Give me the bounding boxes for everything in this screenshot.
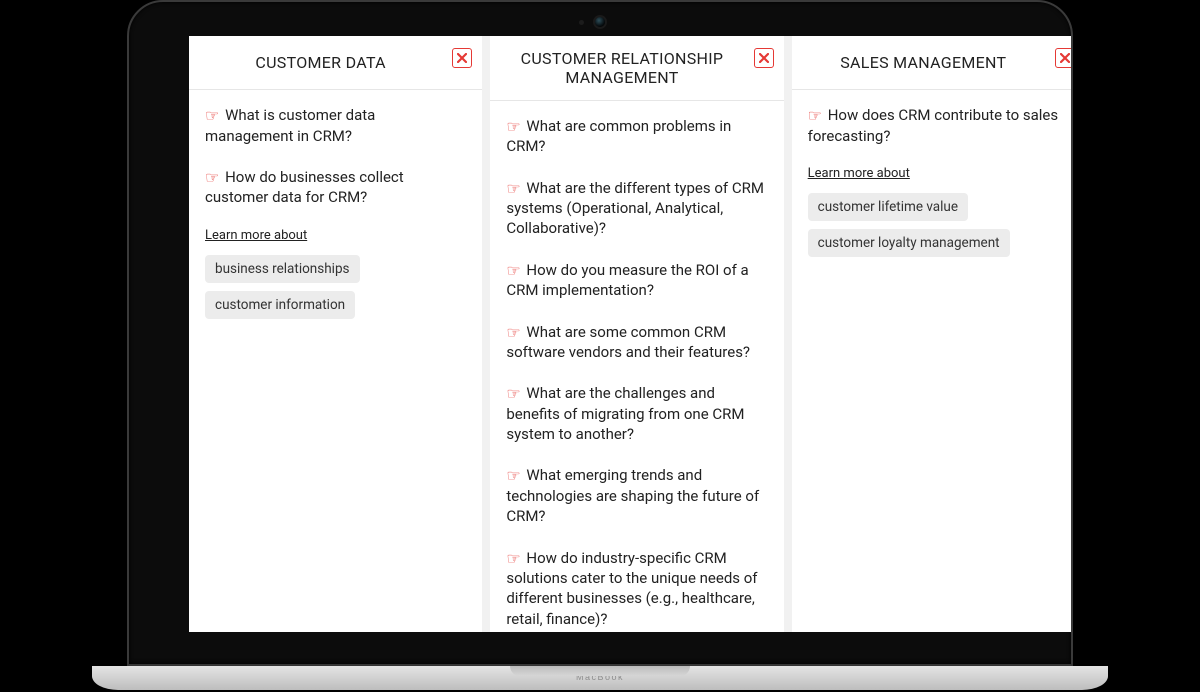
question-text: What are the challenges and benefits of … xyxy=(506,384,744,443)
question-text: How does CRM contribute to sales forecas… xyxy=(808,106,1058,145)
column-customer-data: CUSTOMER DATA ☞ What is customer data ma… xyxy=(189,36,482,632)
pointer-icon: ☞ xyxy=(506,117,520,136)
laptop-mockup: CUSTOMER DATA ☞ What is customer data ma… xyxy=(92,0,1108,690)
column-header: CUSTOMER DATA xyxy=(189,36,482,90)
column-sales-management: SALES MANAGEMENT ☞ How does CRM contribu… xyxy=(792,36,1073,632)
tag[interactable]: customer information xyxy=(205,291,355,319)
pointer-icon: ☞ xyxy=(506,179,520,198)
screen: CUSTOMER DATA ☞ What is customer data ma… xyxy=(189,36,1073,632)
question-item[interactable]: ☞ How do businesses collect customer dat… xyxy=(205,166,466,208)
question-item[interactable]: ☞ How do you measure the ROI of a CRM im… xyxy=(506,259,767,301)
close-icon[interactable] xyxy=(754,48,774,68)
pointer-icon: ☞ xyxy=(506,261,520,280)
question-text: What are the different types of CRM syst… xyxy=(506,179,764,238)
column-title: CUSTOMER RELATIONSHIP MANAGEMENT xyxy=(504,49,739,87)
tag[interactable]: business relationships xyxy=(205,255,360,283)
question-item[interactable]: ☞ What emerging trends and technologies … xyxy=(506,464,767,526)
app-columns: CUSTOMER DATA ☞ What is customer data ma… xyxy=(189,36,1073,632)
pointer-icon: ☞ xyxy=(808,106,822,125)
learn-more-label: Learn more about xyxy=(808,166,1069,181)
question-item[interactable]: ☞ How do industry-specific CRM solutions… xyxy=(506,547,767,629)
tag[interactable]: customer lifetime value xyxy=(808,193,968,221)
tag-list: customer lifetime value customer loyalty… xyxy=(808,193,1069,257)
pointer-icon: ☞ xyxy=(506,466,520,485)
question-text: How do you measure the ROI of a CRM impl… xyxy=(506,261,748,300)
close-icon[interactable] xyxy=(452,48,472,68)
column-header: CUSTOMER RELATIONSHIP MANAGEMENT xyxy=(490,36,783,101)
close-icon[interactable] xyxy=(1055,48,1073,68)
question-text: How do industry-specific CRM solutions c… xyxy=(506,549,757,628)
column-body[interactable]: ☞ How does CRM contribute to sales forec… xyxy=(792,90,1073,632)
pointer-icon: ☞ xyxy=(506,384,520,403)
question-item[interactable]: ☞ What are common problems in CRM? xyxy=(506,115,767,157)
column-title: SALES MANAGEMENT xyxy=(840,53,1006,72)
column-body[interactable]: ☞ What are common problems in CRM? ☞ Wha… xyxy=(490,101,783,632)
question-item[interactable]: ☞ How does CRM contribute to sales forec… xyxy=(808,104,1069,146)
column-title: CUSTOMER DATA xyxy=(255,53,386,72)
column-body[interactable]: ☞ What is customer data management in CR… xyxy=(189,90,482,632)
column-crm: CUSTOMER RELATIONSHIP MANAGEMENT ☞ What … xyxy=(490,36,783,632)
question-item[interactable]: ☞ What is customer data management in CR… xyxy=(205,104,466,146)
question-text: What emerging trends and technologies ar… xyxy=(506,466,759,525)
column-header: SALES MANAGEMENT xyxy=(792,36,1073,90)
tag[interactable]: customer loyalty management xyxy=(808,229,1010,257)
learn-more-label: Learn more about xyxy=(205,228,466,243)
question-item[interactable]: ☞ What are some common CRM software vend… xyxy=(506,321,767,363)
laptop-bezel: CUSTOMER DATA ☞ What is customer data ma… xyxy=(127,0,1073,666)
question-item[interactable]: ☞ What are the different types of CRM sy… xyxy=(506,177,767,239)
laptop-base: MacBook xyxy=(92,666,1108,690)
pointer-icon: ☞ xyxy=(506,549,520,568)
question-text: How do businesses collect customer data … xyxy=(205,168,404,207)
question-text: What is customer data management in CRM? xyxy=(205,106,375,145)
tag-list: business relationships customer informat… xyxy=(205,255,466,319)
pointer-icon: ☞ xyxy=(506,323,520,342)
camera-icon xyxy=(595,17,605,27)
question-text: What are common problems in CRM? xyxy=(506,117,731,156)
question-item[interactable]: ☞ What are the challenges and benefits o… xyxy=(506,382,767,444)
question-text: What are some common CRM software vendor… xyxy=(506,323,750,362)
pointer-icon: ☞ xyxy=(205,106,219,125)
pointer-icon: ☞ xyxy=(205,168,219,187)
device-label: MacBook xyxy=(92,672,1108,682)
